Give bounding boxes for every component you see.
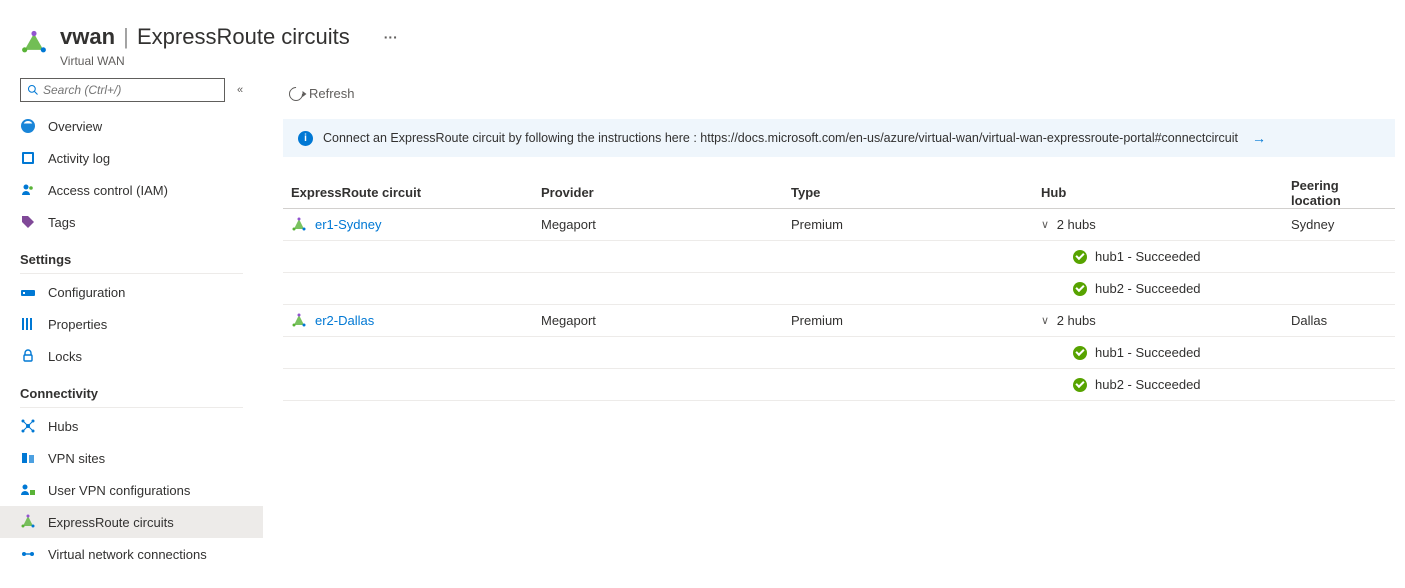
chevron-down-icon: ∨ bbox=[1041, 314, 1049, 327]
cell-type: Premium bbox=[791, 313, 1041, 328]
sidebar-item-label: Locks bbox=[48, 349, 82, 364]
sidebar-section-settings: Settings bbox=[0, 238, 263, 271]
expressroute-icon bbox=[291, 217, 307, 233]
page-title: vwan | ExpressRoute circuits ··· bbox=[60, 24, 402, 50]
sidebar-item-activity-log[interactable]: Activity log bbox=[0, 142, 263, 174]
sidebar-section-connectivity: Connectivity bbox=[0, 372, 263, 405]
circuit-link[interactable]: er1-Sydney bbox=[315, 217, 381, 232]
expressroute-icon bbox=[20, 30, 48, 58]
cell-hub-summary[interactable]: ∨ 2 hubs bbox=[1041, 313, 1291, 328]
toolbar: Refresh bbox=[283, 78, 1395, 119]
sidebar-item-tags[interactable]: Tags bbox=[0, 206, 263, 238]
sidebar-item-hubs[interactable]: Hubs bbox=[0, 410, 263, 442]
resource-name: vwan bbox=[60, 24, 115, 49]
sidebar-item-label: ExpressRoute circuits bbox=[48, 515, 174, 530]
info-banner[interactable]: i Connect an ExpressRoute circuit by fol… bbox=[283, 119, 1395, 157]
properties-icon bbox=[20, 316, 36, 332]
blade-title: ExpressRoute circuits bbox=[137, 24, 350, 49]
hub-subrow: hub2 - Succeeded bbox=[283, 273, 1395, 305]
search-input[interactable] bbox=[43, 83, 218, 97]
search-icon bbox=[27, 84, 39, 96]
col-peering[interactable]: Peering location bbox=[1291, 178, 1387, 208]
cell-provider: Megaport bbox=[541, 313, 791, 328]
arrow-right-icon: → bbox=[1252, 130, 1266, 146]
sidebar-item-vpn-sites[interactable]: VPN sites bbox=[0, 442, 263, 474]
more-actions-button[interactable]: ··· bbox=[380, 25, 402, 50]
vnet-connections-icon bbox=[20, 546, 36, 562]
sidebar-item-label: Virtual network connections bbox=[48, 547, 207, 562]
expressroute-icon bbox=[20, 514, 36, 530]
sidebar-item-label: Hubs bbox=[48, 419, 78, 434]
info-icon: i bbox=[298, 131, 313, 146]
configuration-icon bbox=[20, 284, 36, 300]
col-type[interactable]: Type bbox=[791, 185, 1041, 200]
cell-provider: Megaport bbox=[541, 217, 791, 232]
status-success-icon bbox=[1073, 378, 1087, 392]
col-circuit[interactable]: ExpressRoute circuit bbox=[291, 185, 541, 200]
cell-hub-summary[interactable]: ∨ 2 hubs bbox=[1041, 217, 1291, 232]
hubs-icon bbox=[20, 418, 36, 434]
sidebar-item-overview[interactable]: Overview bbox=[0, 110, 263, 142]
circuits-table: ExpressRoute circuit Provider Type Hub P… bbox=[283, 177, 1395, 401]
sidebar-item-label: Tags bbox=[48, 215, 75, 230]
circuit-link[interactable]: er2-Dallas bbox=[315, 313, 374, 328]
col-hub[interactable]: Hub bbox=[1041, 185, 1291, 200]
page-header: vwan | ExpressRoute circuits ··· Virtual… bbox=[0, 0, 1405, 78]
cell-peering: Sydney bbox=[1291, 217, 1387, 232]
cell-type: Premium bbox=[791, 217, 1041, 232]
sidebar-item-locks[interactable]: Locks bbox=[0, 340, 263, 372]
refresh-button[interactable]: Refresh bbox=[283, 82, 361, 105]
resource-type-label: Virtual WAN bbox=[60, 54, 402, 68]
sidebar: « Overview Activity log bbox=[0, 78, 263, 588]
tags-icon bbox=[20, 214, 36, 230]
sidebar-search[interactable] bbox=[20, 78, 225, 102]
table-header-row: ExpressRoute circuit Provider Type Hub P… bbox=[283, 177, 1395, 209]
status-success-icon bbox=[1073, 250, 1087, 264]
sidebar-item-label: Overview bbox=[48, 119, 102, 134]
user-vpn-icon bbox=[20, 482, 36, 498]
status-success-icon bbox=[1073, 346, 1087, 360]
refresh-label: Refresh bbox=[309, 86, 355, 101]
table-row[interactable]: er1-Sydney Megaport Premium ∨ 2 hubs Syd… bbox=[283, 209, 1395, 241]
sidebar-item-label: Access control (IAM) bbox=[48, 183, 168, 198]
info-banner-text: Connect an ExpressRoute circuit by follo… bbox=[323, 131, 1238, 145]
hub-subrow: hub2 - Succeeded bbox=[283, 369, 1395, 401]
sidebar-item-configuration[interactable]: Configuration bbox=[0, 276, 263, 308]
table-row[interactable]: er2-Dallas Megaport Premium ∨ 2 hubs Dal… bbox=[283, 305, 1395, 337]
refresh-icon bbox=[286, 84, 306, 104]
overview-icon bbox=[20, 118, 36, 134]
vpn-sites-icon bbox=[20, 450, 36, 466]
expressroute-icon bbox=[291, 313, 307, 329]
collapse-sidebar-button[interactable]: « bbox=[233, 80, 247, 100]
sidebar-item-label: Properties bbox=[48, 317, 107, 332]
activity-log-icon bbox=[20, 150, 36, 166]
sidebar-item-properties[interactable]: Properties bbox=[0, 308, 263, 340]
chevron-down-icon: ∨ bbox=[1041, 218, 1049, 231]
sidebar-item-label: Activity log bbox=[48, 151, 110, 166]
sidebar-item-label: VPN sites bbox=[48, 451, 105, 466]
cell-peering: Dallas bbox=[1291, 313, 1387, 328]
sidebar-item-label: User VPN configurations bbox=[48, 483, 190, 498]
sidebar-item-label: Configuration bbox=[48, 285, 125, 300]
locks-icon bbox=[20, 348, 36, 364]
iam-icon bbox=[20, 182, 36, 198]
sidebar-item-expressroute[interactable]: ExpressRoute circuits bbox=[0, 506, 263, 538]
sidebar-item-iam[interactable]: Access control (IAM) bbox=[0, 174, 263, 206]
hub-subrow: hub1 - Succeeded bbox=[283, 241, 1395, 273]
main-content: Refresh i Connect an ExpressRoute circui… bbox=[263, 78, 1405, 588]
hub-subrow: hub1 - Succeeded bbox=[283, 337, 1395, 369]
sidebar-item-vnet-connections[interactable]: Virtual network connections bbox=[0, 538, 263, 570]
col-provider[interactable]: Provider bbox=[541, 185, 791, 200]
status-success-icon bbox=[1073, 282, 1087, 296]
sidebar-item-user-vpn[interactable]: User VPN configurations bbox=[0, 474, 263, 506]
